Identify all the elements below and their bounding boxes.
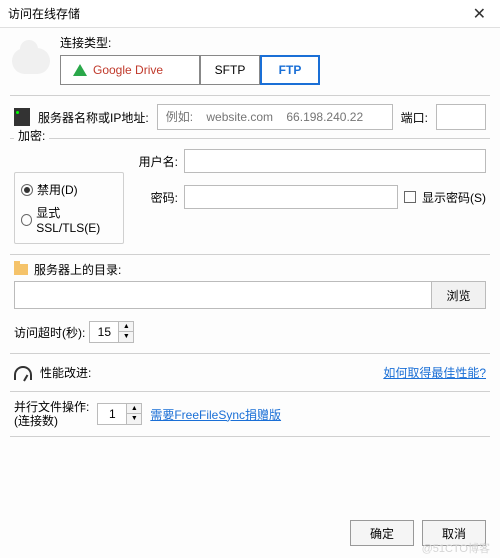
spinner-down-icon[interactable]: ▼ (119, 332, 133, 342)
port-label: 端口: (401, 109, 428, 126)
gauge-icon (14, 366, 32, 380)
google-drive-icon (73, 64, 87, 76)
port-input[interactable] (436, 104, 486, 130)
performance-label: 性能改进: (40, 364, 91, 381)
browse-button[interactable]: 浏览 (431, 282, 485, 308)
timeout-spinner[interactable]: ▲ ▼ (89, 321, 134, 343)
show-password-label: 显示密码(S) (422, 189, 486, 206)
connection-section: 连接类型: Google Drive SFTP FTP (0, 28, 500, 95)
parallel-label: 并行文件操作: (连接数) (14, 400, 89, 428)
divider (10, 436, 490, 437)
timeout-row: 访问超时(秒): ▲ ▼ (0, 317, 500, 353)
radio-icon (21, 184, 33, 196)
encryption-title: 加密: (14, 127, 49, 144)
spinner-up-icon[interactable]: ▲ (119, 322, 133, 332)
performance-link[interactable]: 如何取得最佳性能? (383, 364, 486, 381)
directory-section: 服务器上的目录: 浏览 (0, 255, 500, 317)
ok-button[interactable]: 确定 (350, 520, 414, 546)
directory-box: 浏览 (14, 281, 486, 309)
parallel-input[interactable] (98, 404, 126, 424)
parallel-row: 并行文件操作: (连接数) ▲ ▼ 需要FreeFileSync捐赠版 (0, 392, 500, 436)
radio-ssl[interactable]: 显式SSL/TLS(E) (21, 204, 117, 235)
credentials-section: 加密: 禁用(D) 显式SSL/TLS(E) 用户名: 密码: 显示密码(S) (0, 139, 500, 254)
parallel-spinner[interactable]: ▲ ▼ (97, 403, 142, 425)
spinner-down-icon[interactable]: ▼ (127, 414, 141, 424)
radio-disabled[interactable]: 禁用(D) (21, 181, 117, 198)
tab-google-drive[interactable]: Google Drive (60, 55, 200, 85)
connection-type-label: 连接类型: (60, 34, 320, 51)
password-input[interactable] (184, 185, 398, 209)
watermark: @51CTO博客 (422, 540, 490, 556)
directory-input[interactable] (15, 282, 431, 308)
server-label: 服务器名称或IP地址: (38, 109, 149, 126)
donation-link[interactable]: 需要FreeFileSync捐赠版 (150, 406, 281, 423)
credentials-column: 用户名: 密码: 显示密码(S) (134, 145, 486, 244)
show-password-checkbox[interactable] (404, 191, 416, 203)
encryption-wrap: 加密: 禁用(D) 显式SSL/TLS(E) (14, 145, 124, 244)
timeout-label: 访问超时(秒): (14, 324, 85, 341)
server-icon (14, 108, 30, 126)
spinner-up-icon[interactable]: ▲ (127, 404, 141, 414)
password-label: 密码: (134, 189, 178, 206)
performance-row: 性能改进: 如何取得最佳性能? (0, 354, 500, 391)
directory-label: 服务器上的目录: (34, 261, 121, 278)
server-input[interactable] (157, 104, 393, 130)
username-label: 用户名: (134, 153, 178, 170)
tab-sftp[interactable]: SFTP (200, 55, 260, 85)
tab-ftp[interactable]: FTP (260, 55, 320, 85)
timeout-input[interactable] (90, 322, 118, 342)
folder-icon (14, 264, 28, 275)
encryption-group: 禁用(D) 显式SSL/TLS(E) (14, 172, 124, 244)
cloud-icon (12, 48, 50, 74)
window-title: 访问在线存储 (8, 5, 80, 22)
title-bar: 访问在线存储 ✕ (0, 0, 500, 28)
username-input[interactable] (184, 149, 486, 173)
connection-tabs: Google Drive SFTP FTP (60, 55, 320, 85)
close-icon[interactable]: ✕ (467, 4, 492, 24)
server-row: 服务器名称或IP地址: 端口: (0, 96, 500, 138)
radio-icon (21, 214, 32, 226)
